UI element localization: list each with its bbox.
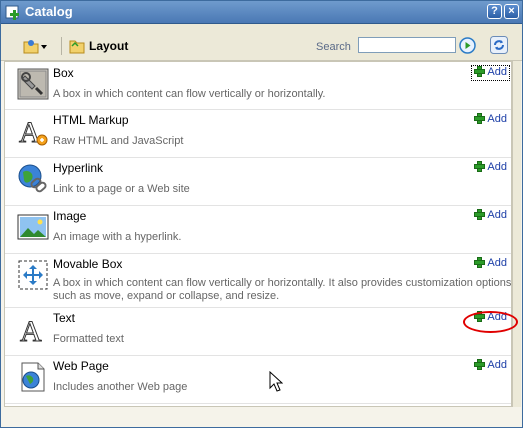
add-label: Add xyxy=(487,359,507,371)
svg-text:A: A xyxy=(20,315,42,345)
add-html-markup-button[interactable]: Add xyxy=(472,113,509,127)
mouse-cursor-icon xyxy=(269,371,283,392)
box-icon xyxy=(17,68,49,100)
list-item-text: A Text Formatted text Add xyxy=(5,307,511,356)
plus-icon xyxy=(474,113,486,124)
title-bar: Catalog ? × xyxy=(1,1,522,24)
add-image-button[interactable]: Add xyxy=(472,209,509,223)
item-name: Image xyxy=(53,209,87,223)
add-label: Add xyxy=(487,257,507,269)
item-description: A box in which content can flow vertical… xyxy=(53,277,512,302)
item-description: Includes another Web page xyxy=(53,381,188,393)
image-icon xyxy=(17,214,49,240)
add-web-page-button[interactable]: Add xyxy=(472,359,509,373)
toolbar: Layout Search xyxy=(1,24,522,61)
plus-icon xyxy=(474,161,486,172)
list-item-html-markup: A HTML Markup Raw HTML and JavaScript Ad… xyxy=(5,109,511,158)
highlight-annotation xyxy=(463,311,518,333)
toolbar-separator xyxy=(61,37,62,55)
list-item-image: Image An image with a hyperlink. Add xyxy=(5,205,511,254)
close-button[interactable]: × xyxy=(504,4,519,19)
item-description: An image with a hyperlink. xyxy=(53,231,182,243)
layout-label: Layout xyxy=(89,39,129,53)
add-label: Add xyxy=(487,161,507,173)
plus-icon xyxy=(474,209,486,220)
item-name: Text xyxy=(53,311,76,325)
new-folder-dropdown-icon[interactable] xyxy=(23,38,47,54)
catalog-window: Catalog ? × Layout Search Box A box in w… xyxy=(0,0,523,428)
add-movable-box-button[interactable]: Add xyxy=(472,257,509,271)
item-description: Raw HTML and JavaScript xyxy=(53,135,184,147)
item-name: Box xyxy=(53,66,74,80)
list-item-web-page: Web Page Includes another Web page Add xyxy=(5,355,511,404)
catalog-list: Box A box in which content can flow vert… xyxy=(4,61,512,407)
add-label: Add xyxy=(487,209,507,221)
list-item-box: Box A box in which content can flow vert… xyxy=(5,62,511,110)
add-label: Add xyxy=(487,113,507,125)
add-label: Add xyxy=(487,66,507,78)
add-box-button[interactable]: Add xyxy=(471,65,510,81)
window-title: Catalog xyxy=(25,4,73,19)
movable-box-icon xyxy=(18,260,48,290)
help-button[interactable]: ? xyxy=(487,4,502,19)
web-page-icon xyxy=(21,362,45,392)
list-item-movable-box: Movable Box A box in which content can f… xyxy=(5,253,511,308)
refresh-icon[interactable] xyxy=(490,36,508,54)
search-input[interactable] xyxy=(358,37,456,53)
vertical-scrollbar[interactable] xyxy=(512,61,521,407)
list-item-hyperlink: Hyperlink Link to a page or a Web site A… xyxy=(5,157,511,206)
go-arrow-icon[interactable] xyxy=(459,37,476,54)
item-name: HTML Markup xyxy=(53,113,129,127)
plus-icon xyxy=(474,66,486,77)
item-description: Formatted text xyxy=(53,333,124,345)
item-description: A box in which content can flow vertical… xyxy=(53,88,326,100)
item-name: Web Page xyxy=(53,359,109,373)
plus-icon xyxy=(474,359,486,370)
item-name: Movable Box xyxy=(53,257,123,271)
html-markup-icon: A xyxy=(19,116,48,147)
item-name: Hyperlink xyxy=(53,161,104,175)
folder-icon xyxy=(69,40,85,54)
plus-icon xyxy=(474,257,486,268)
hyperlink-icon xyxy=(18,164,47,193)
item-description: Link to a page or a Web site xyxy=(53,183,190,195)
search-label: Search xyxy=(316,41,351,53)
add-catalog-icon xyxy=(5,5,19,20)
text-icon: A xyxy=(20,315,43,346)
add-hyperlink-button[interactable]: Add xyxy=(472,161,509,175)
